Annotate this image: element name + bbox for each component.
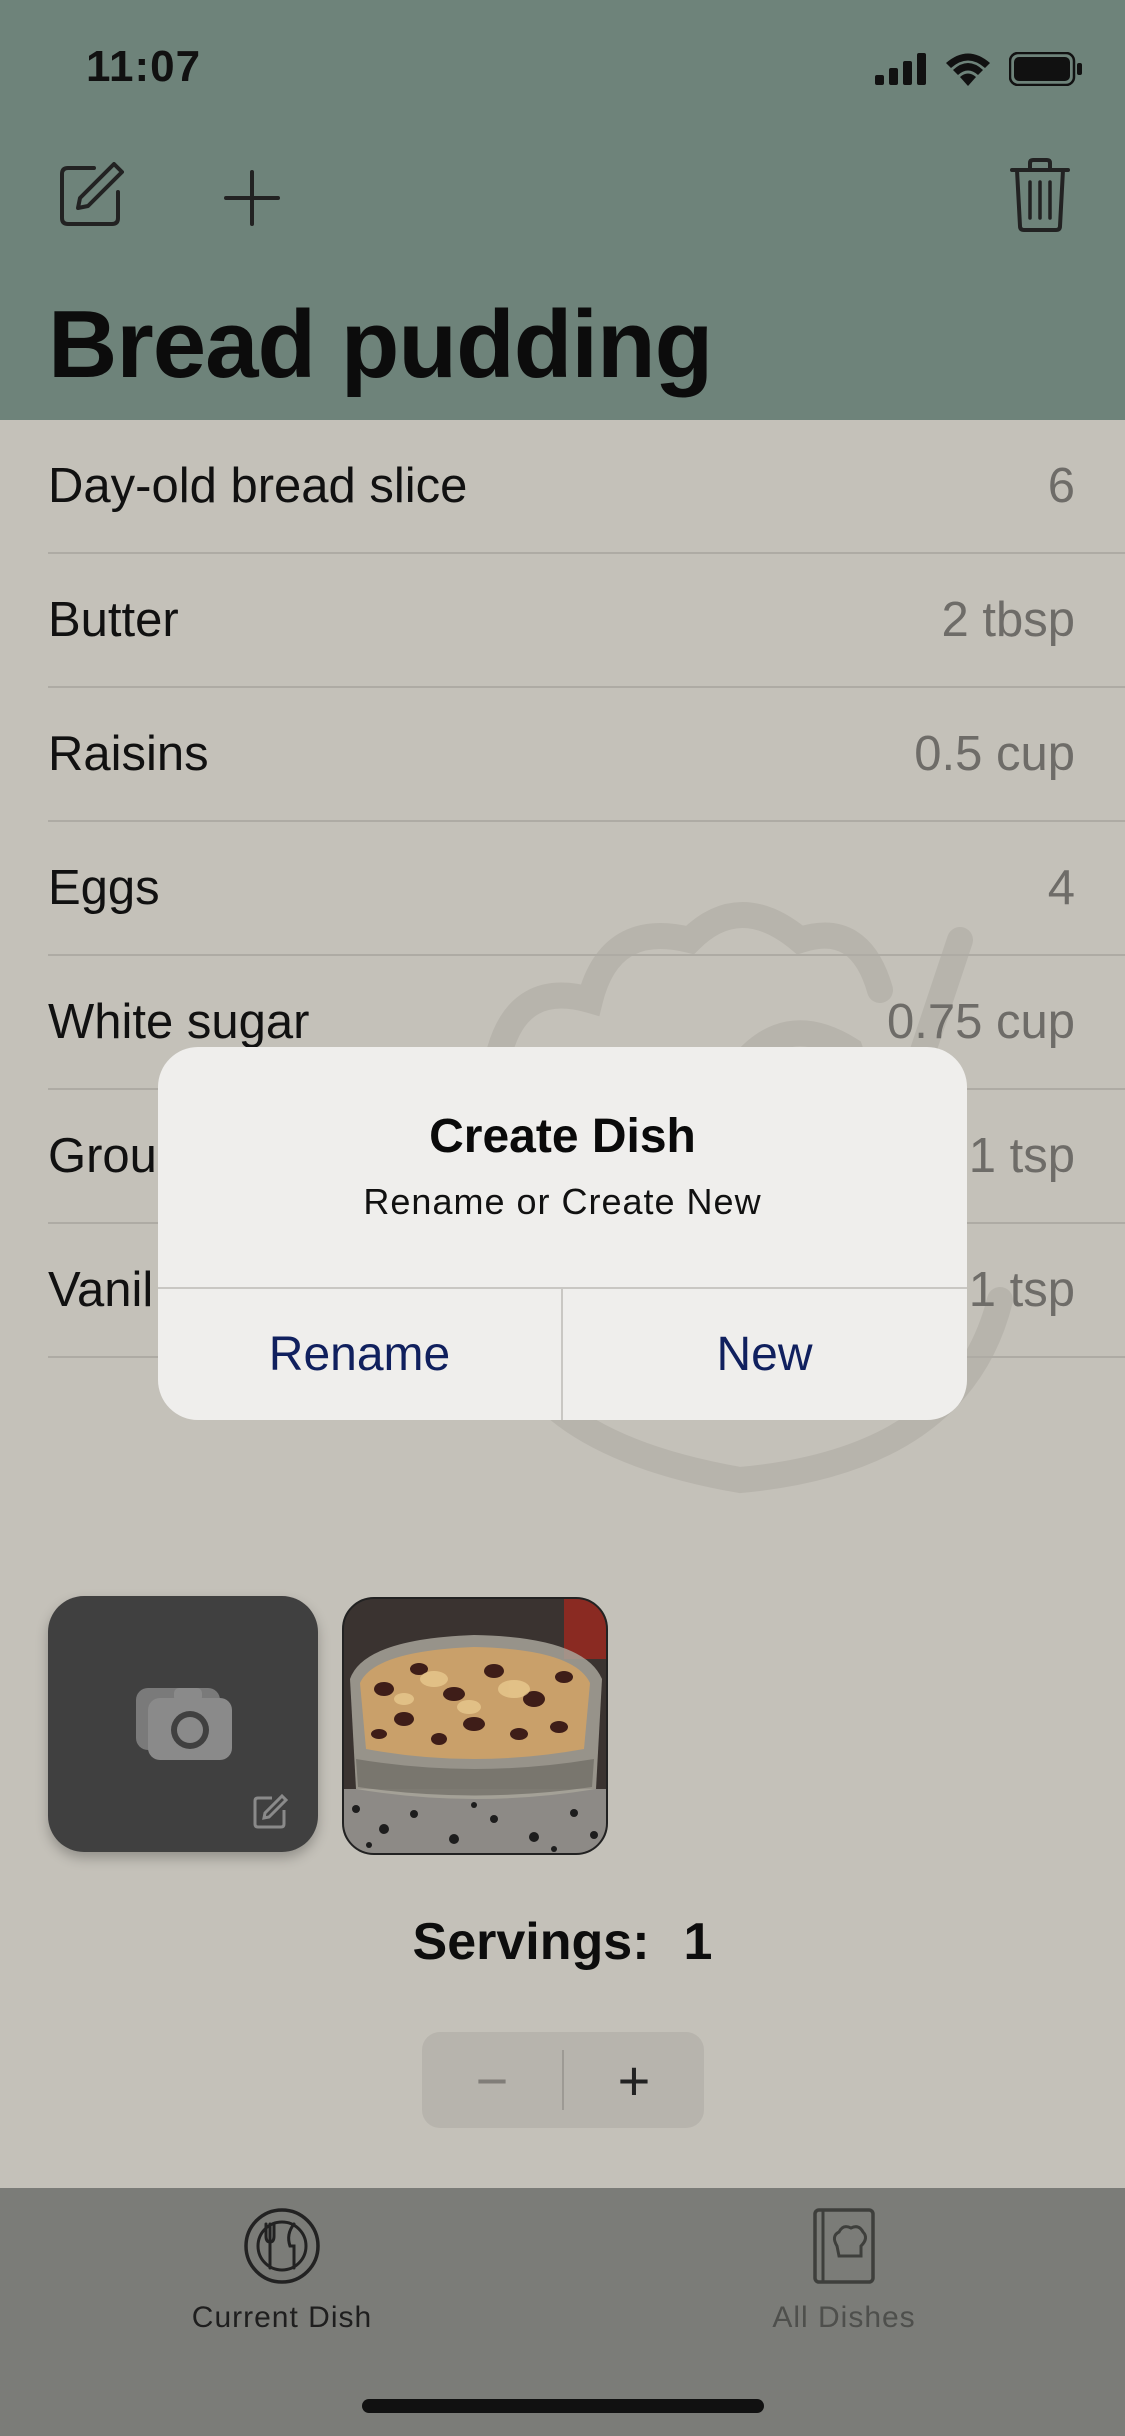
alert-message: Rename or Create New: [363, 1181, 762, 1222]
alert-title: Create Dish: [429, 1110, 696, 1163]
create-dish-alert: Create Dish Rename or Create New Rename …: [158, 1047, 967, 1420]
alert-overlay: Create Dish Rename or Create New Rename …: [0, 0, 1125, 2436]
rename-button[interactable]: Rename: [158, 1289, 561, 1420]
new-button[interactable]: New: [563, 1289, 966, 1420]
